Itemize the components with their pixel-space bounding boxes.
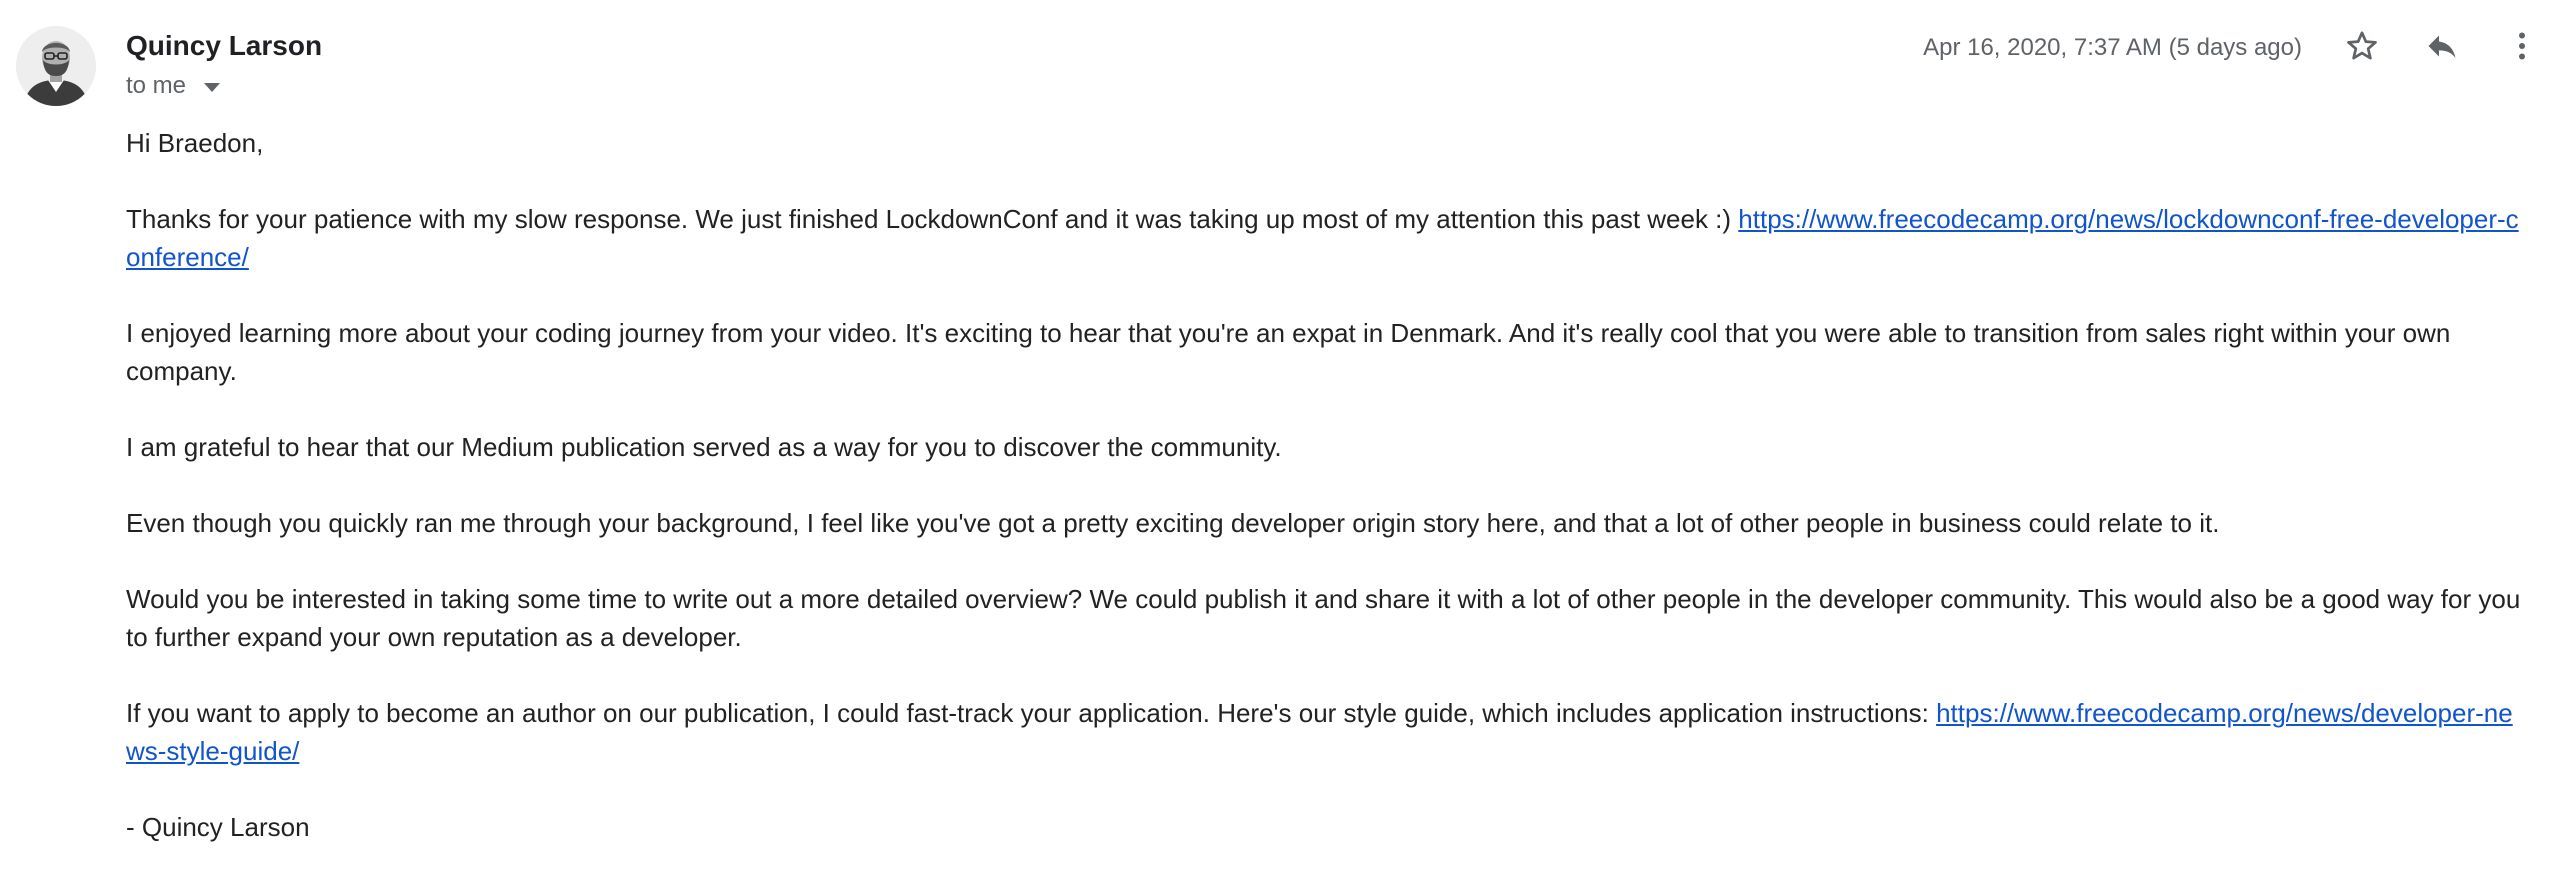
email-message: Quincy Larson to me Apr 16, 2020, 7:37 A… bbox=[0, 0, 2552, 846]
paragraph-author-application: If you want to apply to become an author… bbox=[126, 694, 2526, 770]
greeting: Hi Braedon, bbox=[126, 128, 264, 158]
reply-icon bbox=[2428, 35, 2456, 58]
more-options-button[interactable] bbox=[2498, 22, 2546, 70]
message-body: Hi Braedon, Thanks for your patience wit… bbox=[126, 124, 2526, 884]
star-icon bbox=[2347, 31, 2377, 60]
star-button[interactable] bbox=[2338, 22, 2386, 70]
paragraph-detailed-overview: Would you be interested in taking some t… bbox=[126, 584, 2521, 652]
paragraph-medium-publication: I am grateful to hear that our Medium pu… bbox=[126, 432, 1282, 462]
sender-name[interactable]: Quincy Larson bbox=[126, 30, 322, 62]
paragraph-lockdownconf-text: Thanks for your patience with my slow re… bbox=[126, 204, 1739, 234]
recipient-label: to me bbox=[126, 72, 187, 99]
message-date: Apr 16, 2020, 7:37 AM (5 days ago) bbox=[1923, 34, 2302, 61]
caret-down-icon[interactable] bbox=[204, 82, 221, 92]
sender-avatar[interactable] bbox=[16, 26, 96, 106]
avatar-image bbox=[16, 26, 96, 106]
reply-button[interactable] bbox=[2418, 22, 2466, 70]
recipient-details-toggle[interactable]: to me bbox=[126, 72, 221, 100]
paragraph-coding-journey: I enjoyed learning more about your codin… bbox=[126, 318, 2451, 386]
more-vert-icon bbox=[2519, 32, 2525, 60]
paragraph-author-application-text: If you want to apply to become an author… bbox=[126, 698, 1937, 728]
paragraph-origin-story: Even though you quickly ran me through y… bbox=[126, 508, 2220, 538]
paragraph-lockdownconf: Thanks for your patience with my slow re… bbox=[126, 200, 2526, 276]
signature: - Quincy Larson bbox=[126, 812, 310, 842]
